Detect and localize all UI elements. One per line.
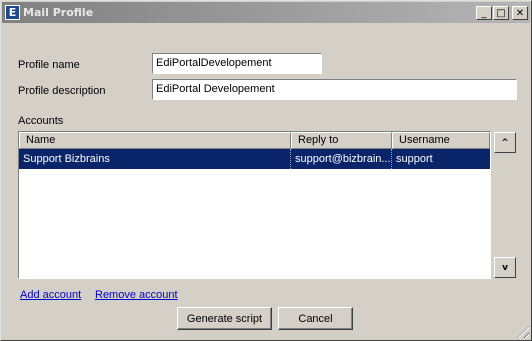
column-header-username[interactable]: Username bbox=[392, 132, 490, 149]
resize-grip-icon[interactable] bbox=[517, 326, 529, 338]
account-name-cell: Support Bizbrains bbox=[19, 149, 291, 169]
column-header-name[interactable]: Name bbox=[19, 132, 291, 149]
move-down-button[interactable]: v bbox=[494, 257, 516, 278]
mail-profile-dialog: E Mail Profile _ □ ✕ Profile name EdiPor… bbox=[0, 0, 532, 341]
add-account-link[interactable]: Add account bbox=[20, 288, 81, 302]
cancel-button[interactable]: Cancel bbox=[278, 307, 353, 330]
profile-description-field[interactable]: EdiPortal Developement bbox=[152, 79, 517, 100]
profile-name-label: Profile name bbox=[18, 59, 80, 71]
title-bar[interactable]: E Mail Profile _ □ ✕ bbox=[2, 2, 530, 23]
account-username-cell: support bbox=[396, 153, 433, 165]
app-icon: E bbox=[5, 5, 20, 20]
profile-name-field[interactable]: EdiPortalDevelopement bbox=[152, 53, 322, 74]
generate-script-button[interactable]: Generate script bbox=[177, 307, 272, 330]
account-reply-to-cell: support@bizbrain... bbox=[291, 149, 392, 169]
remove-account-link[interactable]: Remove account bbox=[95, 288, 178, 302]
account-row[interactable]: Support Bizbrains support@bizbrain... su… bbox=[19, 149, 490, 169]
accounts-list[interactable]: Name Reply to Username Support Bizbrains… bbox=[18, 131, 491, 279]
minimize-button[interactable]: _ bbox=[476, 6, 492, 20]
accounts-list-header: Name Reply to Username bbox=[19, 132, 490, 149]
column-header-reply-to[interactable]: Reply to bbox=[291, 132, 392, 149]
profile-description-label: Profile description bbox=[18, 85, 106, 97]
accounts-label: Accounts bbox=[18, 115, 64, 127]
close-button[interactable]: ✕ bbox=[512, 6, 528, 20]
window-title: Mail Profile bbox=[23, 6, 94, 19]
maximize-button[interactable]: □ bbox=[493, 6, 509, 20]
move-up-button[interactable]: ^ bbox=[494, 132, 516, 153]
